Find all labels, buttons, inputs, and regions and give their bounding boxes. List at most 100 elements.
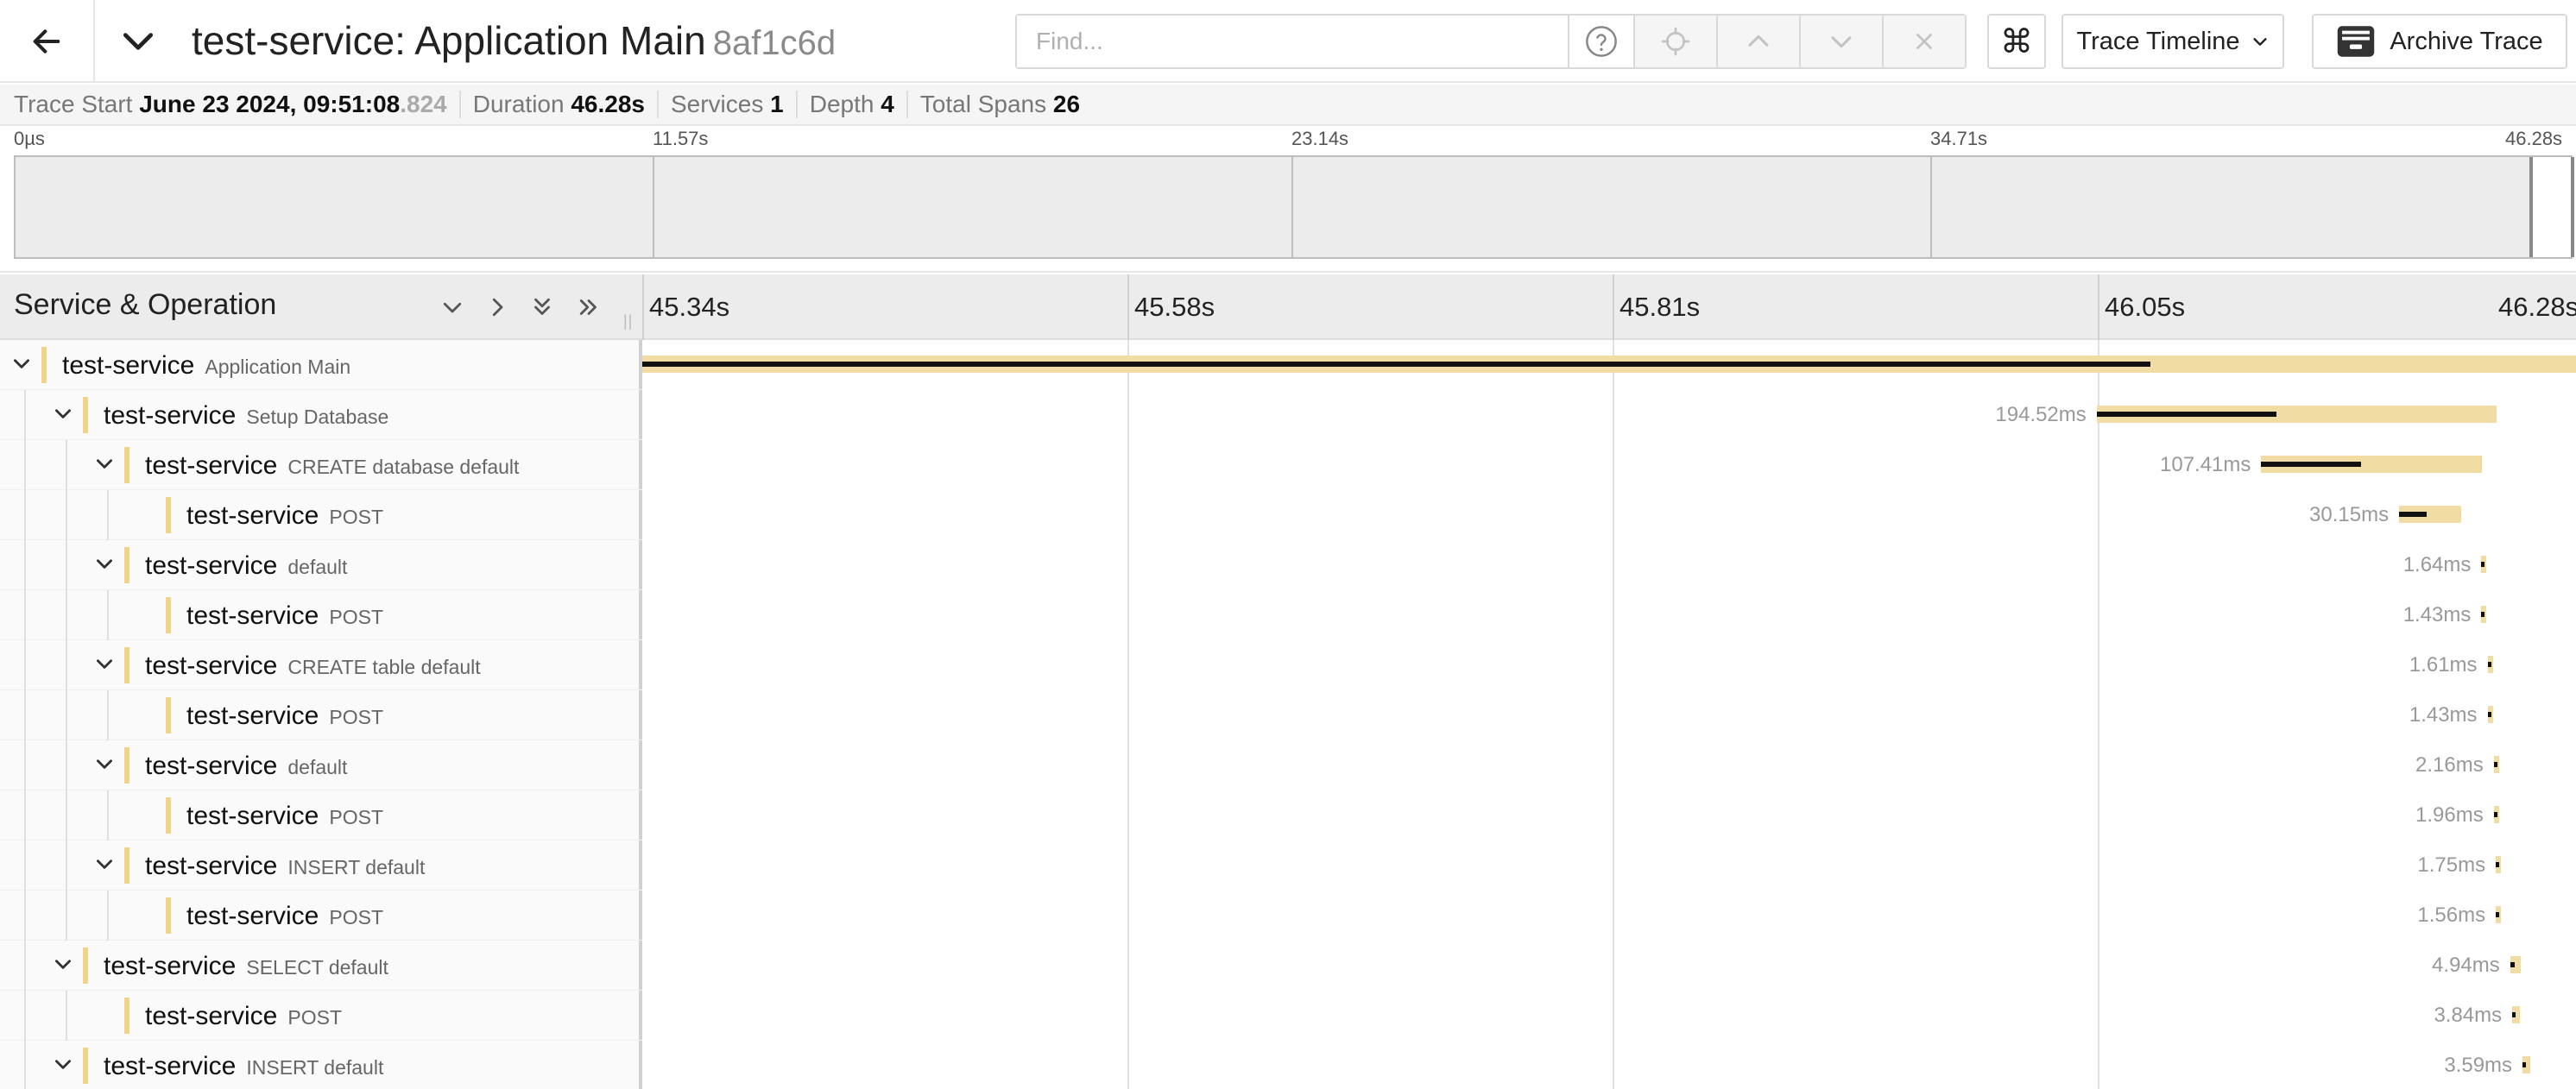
next-match-button[interactable]: [1799, 16, 1882, 67]
service-name: test-service: [145, 1002, 278, 1030]
find-help-button[interactable]: [1568, 16, 1633, 67]
keyboard-shortcuts-button[interactable]: ⌘: [1987, 14, 2046, 69]
trace-title: test-service: Application Main 8af1c6d: [192, 16, 836, 68]
span-label[interactable]: test-service POST: [186, 902, 383, 931]
trace-start-ms: .824: [400, 91, 447, 117]
tree-guide-line: [66, 840, 67, 891]
archive-trace-button[interactable]: Archive Trace: [2312, 14, 2567, 69]
span-toggle[interactable]: [50, 1051, 76, 1077]
span-row[interactable]: test-service Application Main: [0, 340, 642, 390]
expand-one-button[interactable]: [480, 290, 515, 324]
span-row[interactable]: test-service INSERT default: [0, 1041, 642, 1089]
span-label[interactable]: test-service default: [145, 752, 347, 781]
chevron-down-icon: [2252, 38, 2267, 46]
chevron-down-icon: [1831, 36, 1852, 48]
span-label[interactable]: test-service POST: [186, 702, 383, 731]
span-self-time: [2512, 1012, 2516, 1017]
chevron-down-icon: [14, 359, 29, 368]
span-self-time: [2496, 862, 2500, 867]
locate-span-button[interactable]: [1633, 16, 1716, 67]
span-toggle[interactable]: [92, 851, 117, 877]
tree-guide-line: [24, 991, 26, 1041]
span-label[interactable]: test-service Application Main: [62, 351, 350, 381]
collapse-one-button[interactable]: [435, 290, 470, 324]
minimap-view-window[interactable]: [2529, 157, 2574, 257]
operation-name: default: [287, 756, 348, 778]
depth-label: Depth: [809, 91, 874, 117]
span-toggle[interactable]: [50, 951, 76, 977]
trace-name: test-service: Application Main: [192, 18, 706, 63]
timeline-tick-line: [642, 274, 644, 340]
trace-minimap[interactable]: 0µs 11.57s 23.14s 34.71s 46.28s: [0, 128, 2576, 273]
tree-guide-line: [66, 690, 67, 740]
span-row[interactable]: test-service POST: [0, 490, 642, 540]
expand-all-button[interactable]: [571, 290, 606, 324]
span-row[interactable]: test-service CREATE table default: [0, 640, 642, 690]
operation-name: Setup Database: [246, 406, 389, 428]
tree-guide-line: [24, 941, 26, 991]
span-toggle[interactable]: [92, 450, 117, 476]
span-label[interactable]: test-service SELECT default: [104, 952, 388, 981]
span-label[interactable]: test-service Setup Database: [104, 401, 388, 431]
service-name: test-service: [186, 702, 319, 730]
span-row[interactable]: test-service POST: [0, 690, 642, 740]
minimap-canvas[interactable]: [14, 155, 2574, 259]
span-toggle[interactable]: [92, 551, 117, 576]
span-row[interactable]: test-service CREATE database default: [0, 440, 642, 490]
span-self-time: [2510, 962, 2516, 967]
span-row[interactable]: test-service default: [0, 540, 642, 590]
total-spans-label: Total Spans: [919, 91, 1047, 117]
span-label[interactable]: test-service INSERT default: [145, 852, 425, 881]
clear-search-button[interactable]: [1882, 16, 1965, 67]
trace-header: test-service: Application Main8af1c6d ⌘ …: [0, 0, 2576, 83]
collapse-all-button[interactable]: [525, 290, 559, 324]
span-label[interactable]: test-service CREATE table default: [145, 652, 481, 681]
tree-guide-line: [24, 891, 26, 941]
tree-guide-line: [24, 790, 26, 840]
span-duration-label: 1.43ms: [2402, 603, 2472, 626]
collapse-header-button[interactable]: [117, 21, 160, 62]
span-self-time: [642, 362, 2151, 367]
close-icon: [1916, 34, 1932, 49]
span-row[interactable]: test-service POST: [0, 991, 642, 1041]
timeline-header: Service & Operation || 45.34s 45.58s 45.…: [0, 274, 2576, 340]
span-duration-label: 1.56ms: [2417, 903, 2486, 927]
span-duration-label: 1.61ms: [2409, 653, 2478, 677]
back-button[interactable]: [0, 0, 95, 83]
timeline-tick-line: [1613, 274, 1614, 340]
span-toggle[interactable]: [92, 751, 117, 777]
span-row[interactable]: test-service POST: [0, 790, 642, 840]
timeline-tick: 45.81s: [1619, 292, 1701, 322]
tree-guide-line: [24, 740, 26, 790]
span-label[interactable]: test-service POST: [145, 1002, 342, 1031]
service-name: test-service: [104, 952, 237, 980]
tree-guide-line: [24, 690, 26, 740]
span-row[interactable]: test-service Setup Database: [0, 390, 642, 440]
span-label[interactable]: test-service default: [145, 551, 347, 581]
span-label[interactable]: test-service POST: [186, 501, 383, 531]
column-resizer[interactable]: ||: [623, 312, 633, 330]
span-row[interactable]: test-service SELECT default: [0, 941, 642, 991]
service-color-bar: [166, 897, 171, 934]
chevron-down-icon: [97, 459, 112, 469]
tree-guide-line: [66, 640, 67, 690]
span-row[interactable]: test-service POST: [0, 891, 642, 941]
span-self-time: [2487, 662, 2491, 667]
span-label[interactable]: test-service POST: [186, 802, 383, 831]
view-select[interactable]: Trace Timeline: [2061, 14, 2284, 69]
trace-total-spans: Total Spans 26: [906, 91, 1092, 118]
span-label[interactable]: test-service INSERT default: [104, 1052, 383, 1081]
span-row[interactable]: test-service INSERT default: [0, 840, 642, 891]
span-label[interactable]: test-service POST: [186, 601, 383, 631]
previous-match-button[interactable]: [1716, 16, 1799, 67]
tree-guide-line: [107, 690, 109, 740]
archive-icon: [2338, 26, 2375, 57]
span-row[interactable]: test-service POST: [0, 590, 642, 640]
span-label[interactable]: test-service CREATE database default: [145, 451, 519, 481]
find-input[interactable]: [1017, 16, 1568, 67]
chevrons-right-icon: [579, 299, 597, 315]
span-toggle[interactable]: [50, 400, 76, 426]
span-row[interactable]: test-service default: [0, 740, 642, 790]
span-toggle[interactable]: [92, 651, 117, 677]
span-toggle[interactable]: [9, 350, 35, 376]
